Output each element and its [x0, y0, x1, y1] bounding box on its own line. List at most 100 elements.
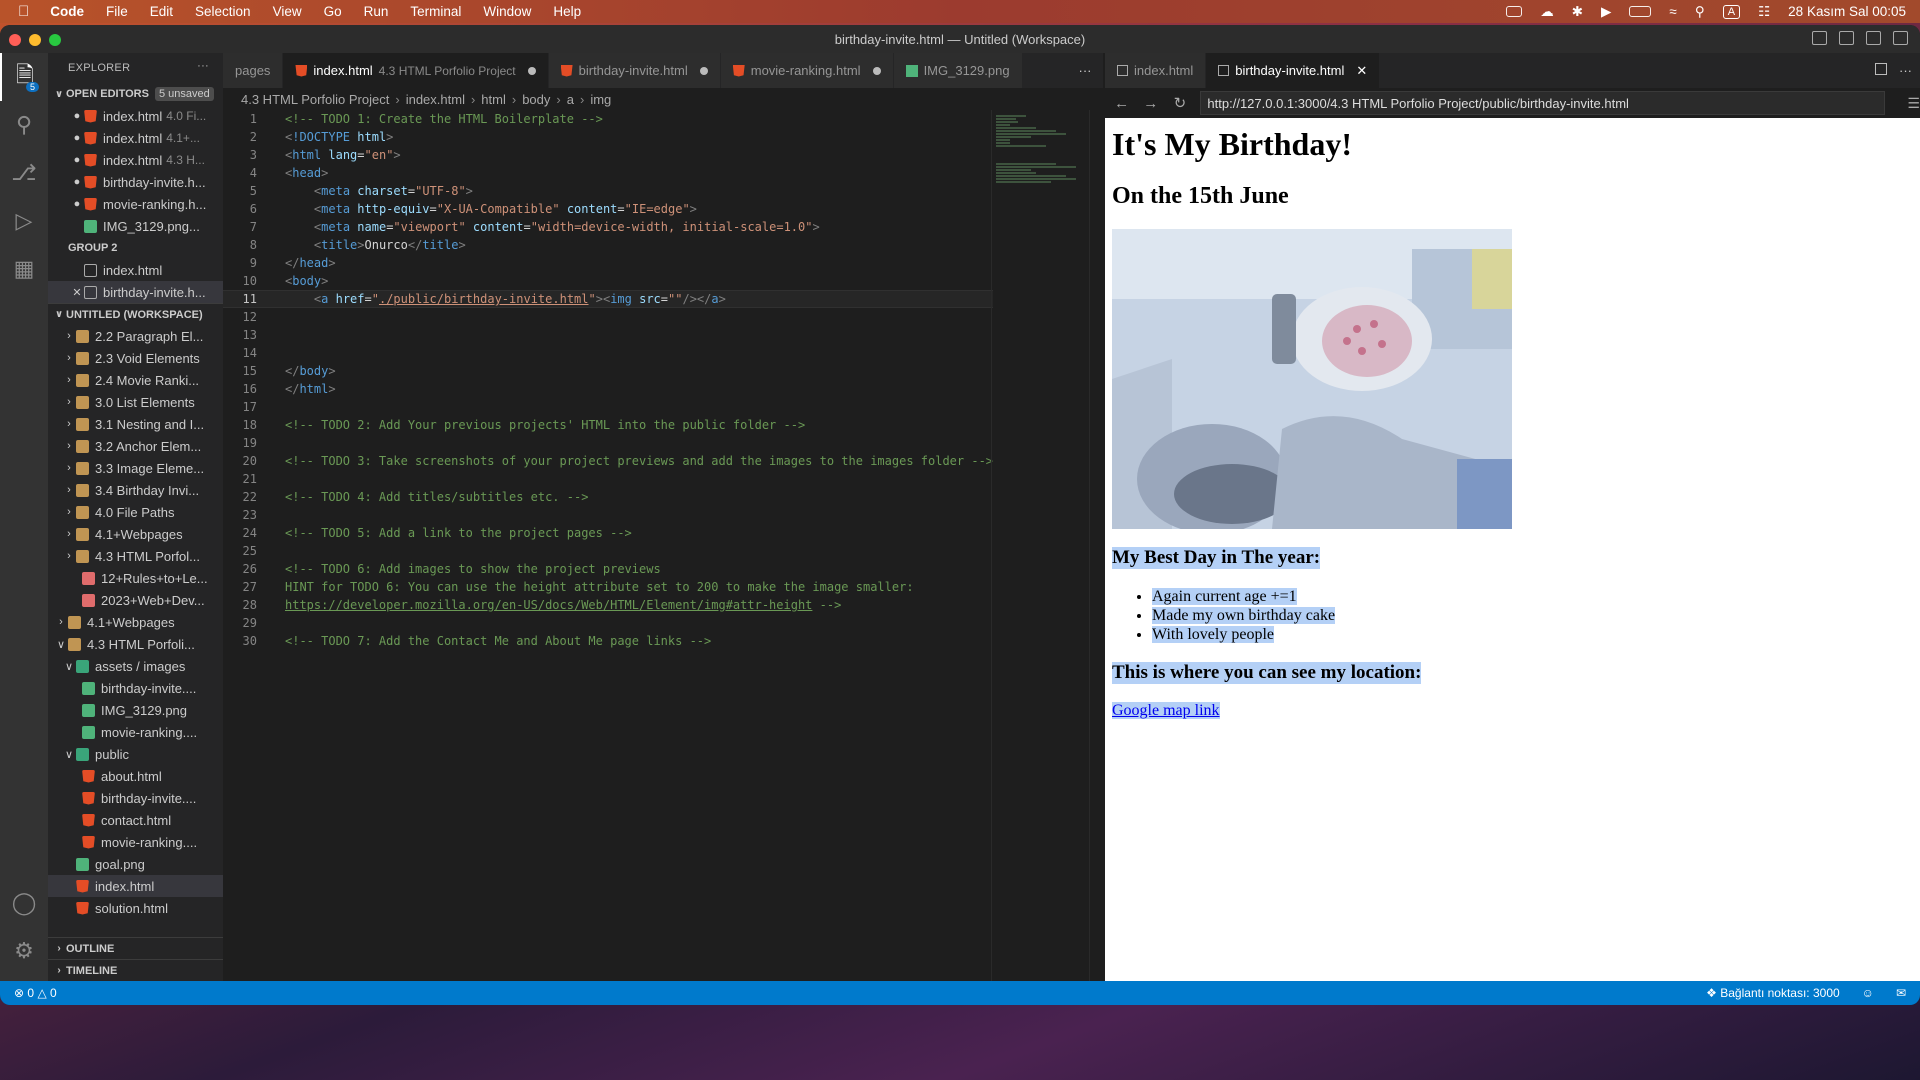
toggle-sidebar-icon[interactable]	[1812, 31, 1827, 45]
toggle-secondary-sidebar-icon[interactable]	[1866, 31, 1881, 45]
code-line[interactable]: <!-- TODO 5: Add a link to the project p…	[263, 526, 632, 540]
file-item[interactable]: movie-ranking....	[48, 721, 223, 743]
file-item[interactable]: about.html	[48, 765, 223, 787]
folder-item[interactable]: › 2.2 Paragraph El...	[48, 325, 223, 347]
code-line[interactable]: <title>Onurco</title>	[263, 238, 466, 252]
menu-go[interactable]: Go	[313, 4, 353, 19]
creative-cloud-icon[interactable]: ☁	[1540, 4, 1554, 20]
file-item[interactable]: 12+Rules+to+Le...	[48, 567, 223, 589]
spotlight-search-icon[interactable]: ⚲	[1695, 4, 1705, 20]
file-item[interactable]: birthday-invite....	[48, 677, 223, 699]
code-line[interactable]: <body>	[263, 274, 328, 288]
open-editor-item[interactable]: ● birthday-invite.h...	[48, 171, 223, 193]
breadcrumb-item[interactable]: a	[567, 92, 574, 107]
explorer-more-button[interactable]: ···	[197, 60, 209, 72]
code-line[interactable]: <head>	[263, 166, 328, 180]
code-line[interactable]: <!-- TODO 6: Add images to show the proj…	[263, 562, 661, 576]
menu-terminal[interactable]: Terminal	[399, 4, 472, 19]
folder-item[interactable]: › 4.1+Webpages	[48, 611, 223, 633]
code-line[interactable]: <!-- TODO 2: Add Your previous projects'…	[263, 418, 805, 432]
code-line-current[interactable]: <a href="./public/birthday-invite.html">…	[263, 292, 726, 306]
breadcrumb-item[interactable]: 4.3 HTML Porfolio Project	[241, 92, 389, 107]
live-server-port[interactable]: ❖ Bağlantı noktası: 3000	[1706, 986, 1840, 1000]
folder-item[interactable]: › 4.1+Webpages	[48, 523, 223, 545]
breadcrumb-item[interactable]: html	[481, 92, 506, 107]
more-actions-icon[interactable]: ···	[1899, 63, 1912, 78]
open-editor-item[interactable]: ● index.html 4.3 H...	[48, 149, 223, 171]
toggle-panel-icon[interactable]	[1839, 31, 1854, 45]
menu-app-name[interactable]: Code	[39, 4, 95, 19]
open-editor-item[interactable]: IMG_3129.png...	[48, 215, 223, 237]
menu-edit[interactable]: Edit	[139, 4, 184, 19]
unsaved-dot-icon[interactable]: ●	[70, 198, 84, 210]
code-line[interactable]: </head>	[263, 256, 336, 270]
code-line[interactable]: <html lang="en">	[263, 148, 401, 162]
code-line[interactable]: <meta http-equiv="X-UA-Compatible" conte…	[263, 202, 697, 216]
code-area[interactable]: 1 <!-- TODO 1: Create the HTML Boilerplat…	[223, 110, 993, 981]
code-line[interactable]: https://developer.mozilla.org/en-US/docs…	[263, 598, 841, 612]
folder-item[interactable]: › 3.3 Image Eleme...	[48, 457, 223, 479]
folder-item[interactable]: › 3.4 Birthday Invi...	[48, 479, 223, 501]
menu-selection[interactable]: Selection	[184, 4, 262, 19]
open-editor-item[interactable]: index.html	[48, 259, 223, 281]
editor-tab[interactable]: birthday-invite.html	[548, 53, 721, 88]
extensions-activity[interactable]: ▦	[0, 245, 48, 293]
close-icon[interactable]: ✕	[70, 286, 84, 299]
menu-window[interactable]: Window	[472, 4, 542, 19]
run-debug-activity[interactable]: ▷	[0, 197, 48, 245]
close-tab-icon[interactable]: ✕	[1356, 63, 1367, 79]
source-control-activity[interactable]: ⎇	[0, 149, 48, 197]
minimap[interactable]	[991, 110, 1086, 981]
hamburger-menu-icon[interactable]: ☰	[1907, 95, 1920, 112]
folder-item[interactable]: › 2.4 Movie Ranki...	[48, 369, 223, 391]
code-line[interactable]: <meta charset="UTF-8">	[263, 184, 473, 198]
split-editor-icon[interactable]	[1875, 63, 1887, 75]
unsaved-dot-icon[interactable]	[527, 66, 536, 75]
editor-scrollbar[interactable]	[1089, 110, 1103, 981]
code-line[interactable]: HINT for TODO 6: You can use the height …	[263, 580, 914, 594]
file-item[interactable]: goal.png	[48, 853, 223, 875]
preview-tab-active[interactable]: birthday-invite.html ✕	[1206, 53, 1381, 88]
file-item[interactable]: 2023+Web+Dev...	[48, 589, 223, 611]
zoom-window-button[interactable]	[49, 34, 61, 46]
folder-item[interactable]: › 4.3 HTML Porfol...	[48, 545, 223, 567]
open-editor-item[interactable]: ✕ birthday-invite.h...	[48, 281, 223, 303]
unsaved-dot-icon[interactable]: ●	[70, 132, 84, 144]
file-item[interactable]: movie-ranking....	[48, 831, 223, 853]
manage-activity[interactable]: ⚙	[0, 927, 48, 975]
code-line[interactable]: <!-- TODO 1: Create the HTML Boilerplate…	[263, 112, 603, 126]
code-line[interactable]: </body>	[263, 364, 336, 378]
menubar-clock[interactable]: 28 Kasım Sal 00:05	[1788, 4, 1906, 19]
input-source[interactable]: A	[1722, 4, 1741, 19]
folder-item[interactable]: › 3.0 List Elements	[48, 391, 223, 413]
address-bar[interactable]: http://127.0.0.1:3000/4.3 HTML Porfolio …	[1200, 91, 1886, 115]
open-editors-header[interactable]: ∨ OPEN EDITORS 5 unsaved	[48, 83, 223, 105]
open-editor-item[interactable]: ● index.html 4.1+...	[48, 127, 223, 149]
unsaved-dot-icon[interactable]	[699, 66, 708, 75]
close-window-button[interactable]	[9, 34, 21, 46]
preview-tab[interactable]: index.html	[1105, 53, 1207, 88]
folder-item[interactable]: › 4.0 File Paths	[48, 501, 223, 523]
folder-item[interactable]: ∨ assets / images	[48, 655, 223, 677]
file-item[interactable]: index.html	[48, 875, 223, 897]
file-item[interactable]: solution.html	[48, 897, 223, 919]
menu-help[interactable]: Help	[542, 4, 592, 19]
feedback-icon[interactable]: ☺	[1862, 986, 1874, 1000]
unsaved-dot-icon[interactable]: ●	[70, 154, 84, 166]
folder-item[interactable]: ∨ public	[48, 743, 223, 765]
code-line[interactable]: </html>	[263, 382, 336, 396]
file-item[interactable]: birthday-invite....	[48, 787, 223, 809]
editor-tab-active[interactable]: index.html 4.3 HTML Porfolio Project	[283, 53, 549, 88]
control-center-icon[interactable]: ☷	[1758, 4, 1770, 20]
play-icon[interactable]: ▶	[1601, 4, 1611, 20]
code-line[interactable]: <!-- TODO 4: Add titles/subtitles etc. -…	[263, 490, 588, 504]
outline-header[interactable]: › OUTLINE	[48, 937, 223, 959]
battery-icon[interactable]	[1629, 6, 1652, 17]
workspace-header[interactable]: ∨ UNTITLED (WORKSPACE)	[48, 303, 223, 325]
code-line[interactable]: <!-- TODO 7: Add the Contact Me and Abou…	[263, 634, 711, 648]
problems-indicator[interactable]: ⊗ 0 △ 0	[0, 986, 57, 1000]
screen-record-icon[interactable]	[1506, 6, 1523, 17]
customize-layout-icon[interactable]	[1893, 31, 1908, 45]
wifi-icon[interactable]: ≈	[1669, 4, 1676, 19]
apple-menu-icon[interactable]: 	[0, 3, 39, 20]
